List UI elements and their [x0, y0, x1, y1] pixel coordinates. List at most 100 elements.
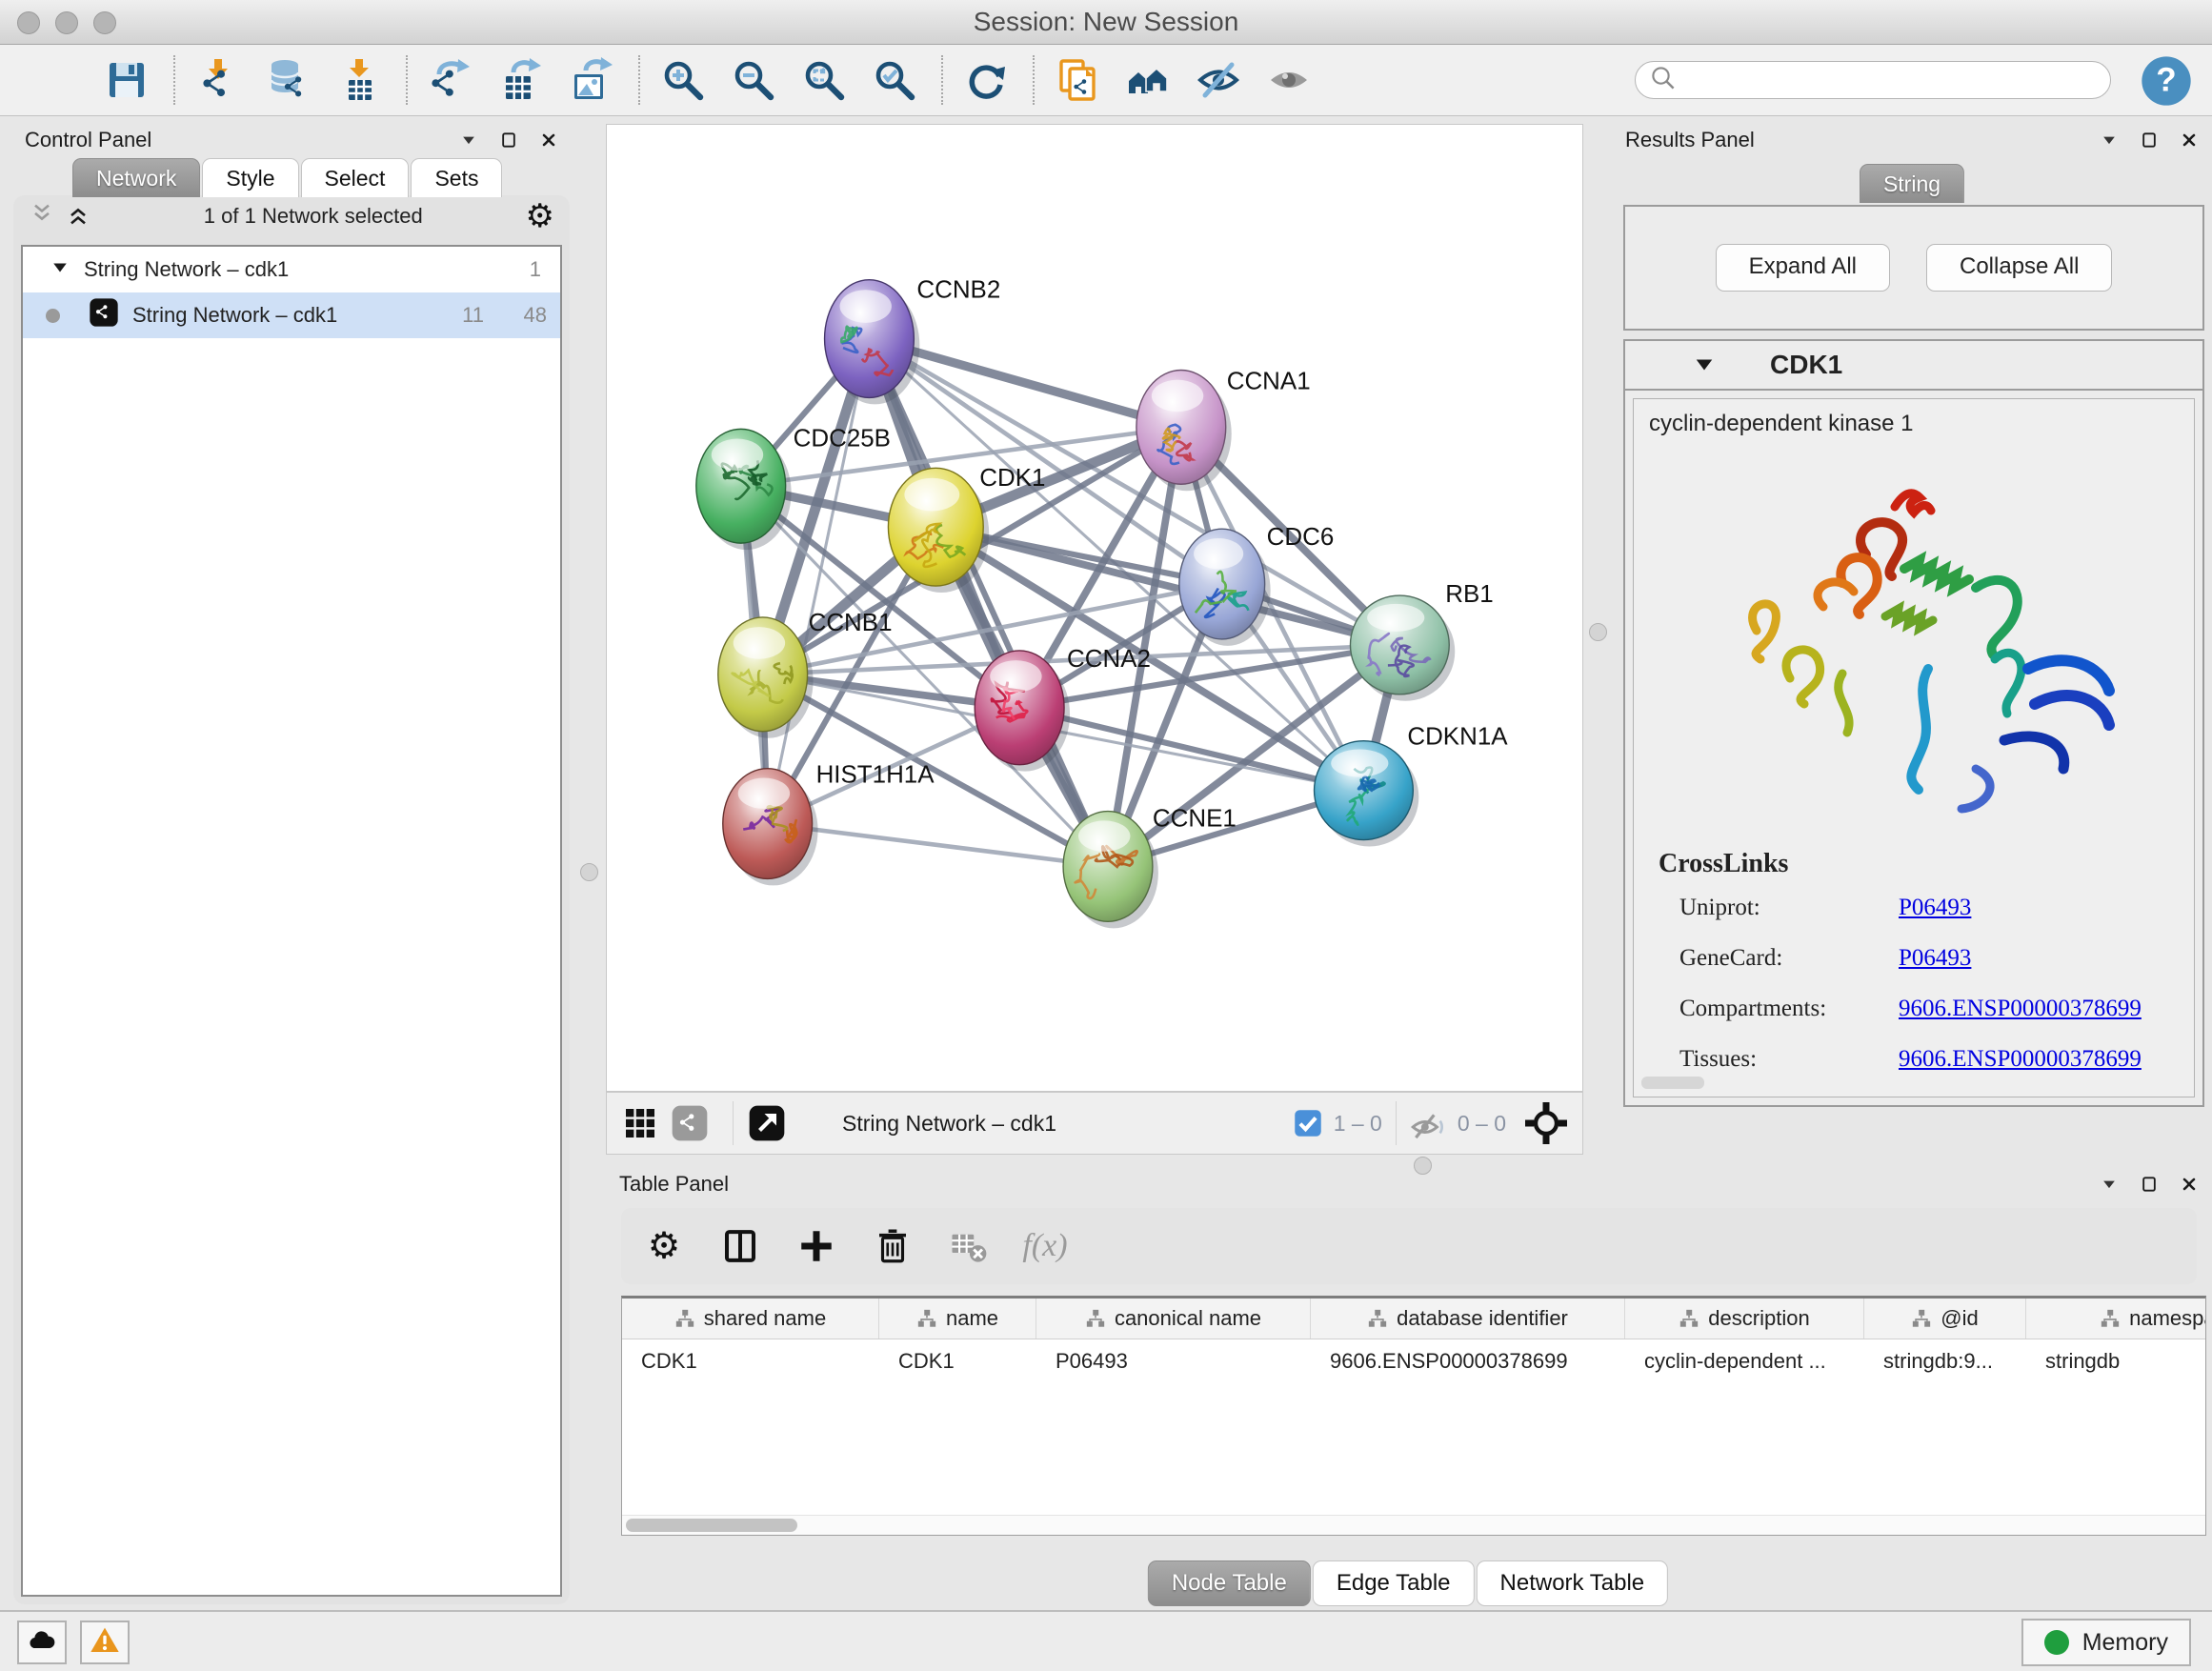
show-all-button[interactable]: [1261, 52, 1317, 108]
panel-menu-icon[interactable]: [2100, 131, 2119, 150]
network-node-count: 11: [462, 303, 484, 328]
tab-edge-table[interactable]: Edge Table: [1313, 1560, 1475, 1606]
panel-menu-icon[interactable]: [2100, 1175, 2119, 1194]
hide-selected-button[interactable]: [1191, 52, 1246, 108]
table-cell[interactable]: stringdb:9...: [1864, 1339, 2026, 1383]
float-panel-icon[interactable]: [2140, 131, 2159, 150]
import-network-button[interactable]: [191, 52, 246, 108]
export-table-button[interactable]: [493, 52, 549, 108]
import-network-database-button[interactable]: [261, 52, 316, 108]
network-node-CDK1[interactable]: [888, 468, 989, 593]
tab-select[interactable]: Select: [301, 158, 410, 197]
zoom-in-button[interactable]: [655, 52, 711, 108]
column-header-namespace[interactable]: namespace: [2026, 1299, 2206, 1339]
network-view-icon[interactable]: [670, 1103, 710, 1143]
table-columns-icon[interactable]: [718, 1224, 762, 1268]
grid-view-icon[interactable]: [620, 1103, 660, 1143]
column-header--id[interactable]: @id: [1864, 1299, 2026, 1339]
collapse-all-networks-icon[interactable]: [29, 201, 65, 232]
float-panel-icon[interactable]: [2140, 1175, 2159, 1194]
help-button[interactable]: ?: [2140, 54, 2193, 108]
open-file-button[interactable]: [29, 52, 84, 108]
close-panel-icon[interactable]: [2180, 1175, 2199, 1194]
column-header-canonical-name[interactable]: canonical name: [1036, 1299, 1311, 1339]
table-add-icon[interactable]: [794, 1224, 838, 1268]
right-splitter-grip[interactable]: [1589, 623, 1607, 641]
search-icon: [1649, 64, 1678, 97]
table-delete-row-icon[interactable]: [871, 1224, 915, 1268]
collection-expander-icon[interactable]: [51, 257, 69, 282]
network-edge[interactable]: [768, 339, 870, 824]
network-node-CCNE1[interactable]: [1063, 812, 1158, 929]
refresh-button[interactable]: [958, 52, 1014, 108]
crosslink-link[interactable]: P06493: [1899, 895, 1971, 921]
table-row[interactable]: CDK1CDK1P064939606.ENSP00000378699cyclin…: [622, 1339, 2205, 1383]
table-cell[interactable]: CDK1: [879, 1339, 1036, 1383]
table-cell[interactable]: CDK1: [622, 1339, 879, 1383]
section-expander-icon[interactable]: [1694, 354, 1715, 375]
network-row-selected[interactable]: String Network – cdk1 11 48: [23, 292, 560, 338]
crosslinks-scrollbar[interactable]: [1641, 1077, 1704, 1089]
column-header-description[interactable]: description: [1625, 1299, 1864, 1339]
collapse-all-button[interactable]: Collapse All: [1926, 244, 2112, 292]
network-graph[interactable]: CCNB2CCNA1CDC25BCDK1CDC6RB1CCNB1CCNA2CDK…: [607, 125, 1582, 1091]
network-node-CCNA2[interactable]: [975, 651, 1070, 772]
table-cell[interactable]: cyclin-dependent ...: [1625, 1339, 1864, 1383]
expand-all-networks-icon[interactable]: [65, 201, 101, 232]
section-header[interactable]: CDK1: [1625, 341, 2202, 391]
detach-view-icon[interactable]: [747, 1103, 787, 1143]
network-canvas[interactable]: CCNB2CCNA1CDC25BCDK1CDC6RB1CCNB1CCNA2CDK…: [606, 124, 1583, 1092]
zoom-fit-button[interactable]: [796, 52, 852, 108]
table-cell[interactable]: 9606.ENSP00000378699: [1311, 1339, 1625, 1383]
network-options-gear-icon[interactable]: ⚙: [526, 200, 554, 232]
tab-style[interactable]: Style: [202, 158, 298, 197]
left-splitter-grip[interactable]: [580, 863, 598, 881]
scrollbar-thumb[interactable]: [626, 1519, 797, 1532]
selected-checkbox-icon[interactable]: [1294, 1109, 1322, 1137]
search-input[interactable]: [1685, 67, 2110, 93]
column-header-database-identifier[interactable]: database identifier: [1311, 1299, 1625, 1339]
network-node-CDC6[interactable]: [1179, 529, 1271, 646]
close-panel-icon[interactable]: [539, 131, 558, 150]
column-header-shared-name[interactable]: shared name: [622, 1299, 879, 1339]
close-panel-icon[interactable]: [2180, 131, 2199, 150]
birdseye-navigator-icon[interactable]: [1523, 1100, 1569, 1146]
table-gear-icon[interactable]: ⚙: [642, 1224, 686, 1268]
network-node-HIST1H1A[interactable]: [723, 769, 818, 886]
network-node-CDKN1A[interactable]: [1315, 741, 1419, 847]
network-node-CCNB2[interactable]: [825, 280, 920, 405]
import-table-button[interactable]: [332, 52, 387, 108]
crosslink-link[interactable]: 9606.ENSP00000378699: [1899, 1046, 2142, 1073]
tab-sets[interactable]: Sets: [411, 158, 502, 197]
memory-button[interactable]: Memory: [2021, 1619, 2191, 1666]
table-cell[interactable]: stringdb: [2026, 1339, 2206, 1383]
network-node-CCNB1[interactable]: [718, 617, 814, 738]
tab-network[interactable]: Network: [72, 158, 200, 197]
horizontal-splitter-grip[interactable]: [1414, 1157, 1432, 1175]
copy-network-button[interactable]: [1050, 52, 1105, 108]
zoom-selected-button[interactable]: [867, 52, 922, 108]
save-session-button[interactable]: [99, 52, 154, 108]
warnings-button[interactable]: [80, 1621, 130, 1664]
expand-all-button[interactable]: Expand All: [1716, 244, 1890, 292]
tab-string[interactable]: String: [1860, 164, 1964, 203]
export-image-button[interactable]: [564, 52, 619, 108]
float-panel-icon[interactable]: [499, 131, 518, 150]
network-collection-row[interactable]: String Network – cdk1 1: [23, 247, 560, 292]
table-horizontal-scrollbar[interactable]: [622, 1515, 2205, 1535]
crosslink-link[interactable]: 9606.ENSP00000378699: [1899, 996, 2142, 1022]
column-header-name[interactable]: name: [879, 1299, 1036, 1339]
tab-network-table[interactable]: Network Table: [1477, 1560, 1669, 1606]
first-neighbors-button[interactable]: [1120, 52, 1176, 108]
search-box[interactable]: [1635, 61, 2111, 99]
network-edge[interactable]: [768, 824, 1108, 867]
zoom-out-button[interactable]: [726, 52, 781, 108]
table-cell[interactable]: P06493: [1036, 1339, 1311, 1383]
crosslink-link[interactable]: P06493: [1899, 945, 1971, 972]
cloud-status-button[interactable]: [17, 1621, 67, 1664]
hidden-eye-icon[interactable]: [1410, 1109, 1446, 1137]
network-node-RB1[interactable]: [1350, 595, 1455, 701]
export-network-button[interactable]: [423, 52, 478, 108]
tab-node-table[interactable]: Node Table: [1148, 1560, 1311, 1606]
panel-menu-icon[interactable]: [459, 131, 478, 150]
